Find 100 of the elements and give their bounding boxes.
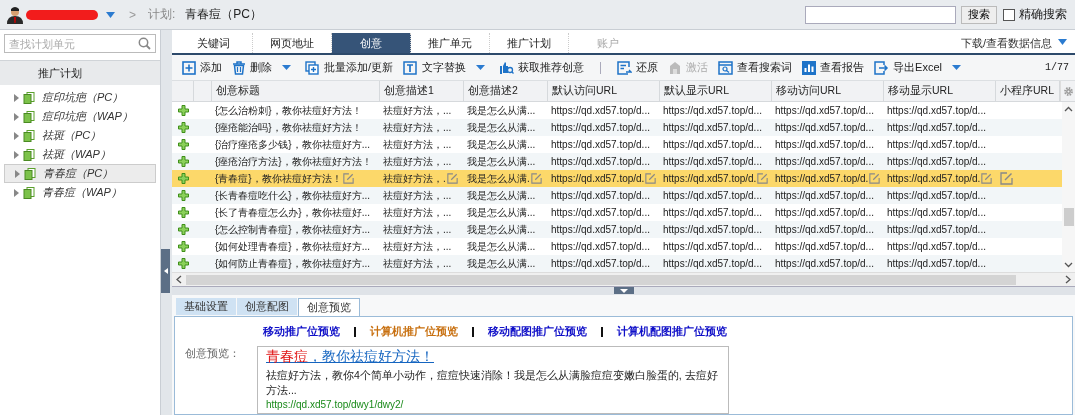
edit-icon[interactable] (645, 173, 657, 185)
column-header[interactable]: 移动访问URL (772, 81, 884, 102)
expand-arrow-icon[interactable] (14, 131, 19, 140)
edit-icon[interactable] (446, 173, 458, 185)
horizontal-scrollbar[interactable] (172, 272, 1075, 287)
expand-arrow-icon[interactable] (14, 112, 19, 121)
table-cell: https://qd.xd57.top/d... (887, 122, 986, 134)
toolbar-button[interactable]: 批量添加/更新 (301, 57, 398, 78)
toolbar-button[interactable]: 查看报告 (798, 57, 869, 78)
settings-icon[interactable] (1062, 85, 1074, 97)
plus-icon[interactable] (177, 258, 189, 270)
scrollbar-thumb[interactable] (186, 274, 1016, 285)
download-menu[interactable]: 下载/查看数据信息 (960, 33, 1052, 54)
toolbar-button[interactable]: 导出Excel (870, 57, 946, 78)
table-cell: https://qd.xd57.top/d... (775, 122, 874, 134)
plus-icon[interactable] (177, 241, 189, 253)
plan-tree-item[interactable]: 痘印坑疤（PC） (4, 88, 156, 107)
plus-icon[interactable] (177, 122, 189, 134)
plus-icon[interactable] (177, 207, 189, 219)
table-cell: https://qd.xd57.top/d... (775, 258, 874, 270)
search-icon[interactable] (138, 37, 151, 50)
edit-icon[interactable] (869, 173, 881, 185)
plus-icon[interactable] (177, 190, 189, 202)
table-cell: https://qd.xd57.top/d... (775, 139, 874, 151)
caret-icon[interactable] (476, 65, 486, 71)
table-cell: https://qd.xd57.top/d... (551, 105, 650, 117)
table-row[interactable]: {痤疮能治吗}，教你祛痘好方法！ 祛痘好方法，... 我是怎么从满... https://qd.xd57.top/d... https://qd.xd57.top/d... https://qd.xd57.top/d... https://qd.xd57.top/d... (172, 119, 1062, 137)
plan-folder-icon (23, 91, 35, 104)
text-replace-icon (403, 60, 419, 75)
toolbar-button[interactable]: 获取推荐创意 (495, 57, 589, 78)
preview-description: 祛痘好方法，教你4个简单小动作，痘痘快速消除！我是怎么从满脸痘痘变嫩白脸蛋的, 去痘好方法... (266, 368, 719, 398)
expand-arrow-icon[interactable] (14, 188, 19, 197)
detail-tab[interactable]: 基础设置 (176, 298, 236, 315)
column-header[interactable]: 创意描述2 (464, 81, 548, 102)
edit-icon[interactable] (1000, 172, 1013, 186)
plus-icon[interactable] (177, 105, 189, 117)
splitter-handle[interactable] (613, 287, 634, 295)
toolbar-button[interactable]: 文字替换 (399, 57, 471, 78)
caret-icon[interactable] (1058, 39, 1067, 46)
exact-search-checkbox[interactable] (1003, 8, 1015, 21)
preview-mode-link[interactable]: 移动配图推广位预览 (488, 324, 587, 339)
collapse-handle[interactable] (161, 249, 170, 293)
detail-tab[interactable]: 创意预览 (298, 298, 360, 316)
plan-folder-icon (23, 148, 35, 161)
plus-icon[interactable] (177, 224, 189, 236)
column-header[interactable]: 默认访问URL (548, 81, 660, 102)
plan-tree-item[interactable]: 青春痘（WAP） (4, 183, 156, 202)
tab[interactable]: 推广单元 (411, 33, 490, 54)
plan-tree-item[interactable]: 祛斑（PC） (4, 126, 156, 145)
caret-icon[interactable] (951, 65, 961, 71)
column-header[interactable]: 默认显示URL (660, 81, 772, 102)
toolbar-button[interactable]: 还原 (613, 57, 663, 78)
tab[interactable]: 推广计划 (490, 33, 569, 54)
table-cell: https://qd.xd57.top/d... (775, 156, 874, 168)
search-button[interactable]: 搜索 (961, 5, 997, 24)
toolbar-button[interactable]: 查看搜索词 (714, 57, 797, 78)
plan-folder-icon (23, 129, 35, 142)
preview-mode-link[interactable]: 移动推广位预览 (263, 324, 340, 339)
caret-icon[interactable] (106, 11, 115, 18)
preview-title-link[interactable]: 青春痘，教你祛痘好方法！ (266, 348, 434, 366)
detail-tab[interactable]: 创意配图 (237, 298, 297, 315)
table-row[interactable]: {青春痘}，教你祛痘好方法！ 祛痘好方法，. 我是怎么从满. https://qd.xd57.top/d. https://qd.xd57.top/d. https://qd.xd57.top/d. https://qd.xd57.top/d. (172, 170, 1062, 188)
edit-icon[interactable] (757, 173, 769, 185)
column-header[interactable]: 移动显示URL (884, 81, 996, 102)
vertical-scrollbar[interactable] (1062, 102, 1075, 273)
table-cell: 我是怎么从满... (467, 222, 536, 237)
plus-icon[interactable] (177, 156, 189, 168)
column-header[interactable]: 创意描述1 (380, 81, 464, 102)
table-cell: https://qd.xd57.top/d... (663, 156, 762, 168)
plan-search-field[interactable]: 查找计划单元 (4, 34, 156, 53)
search-field[interactable] (805, 5, 956, 24)
table-row[interactable]: {长青春痘吃什么}，教你祛痘好方... 祛痘好方法，... 我是怎么从满... https://qd.xd57.top/d... https://qd.xd57.top/d... https://qd.xd57.top/d... https://qd.xd57.top/d... (172, 187, 1062, 205)
table-row[interactable]: {如何防止青春痘}，教你祛痘好方... 祛痘好方法，... 我是怎么从满... https://qd.xd57.top/d... https://qd.xd57.top/d... https://qd.xd57.top/d... https://qd.xd57.top/d... (172, 255, 1062, 273)
toolbar-button[interactable]: 删除 (228, 57, 276, 78)
toolbar-button[interactable]: 添加 (178, 57, 226, 78)
plan-tree-item[interactable]: 痘印坑疤（WAP） (4, 107, 156, 126)
tab[interactable]: 关键词 (174, 33, 253, 54)
expand-arrow-icon[interactable] (14, 150, 19, 159)
expand-arrow-icon[interactable] (15, 169, 20, 178)
plus-icon[interactable] (177, 139, 189, 151)
plan-tree-item[interactable]: 祛斑（WAP） (4, 145, 156, 164)
expand-arrow-icon[interactable] (14, 93, 19, 102)
plus-icon[interactable] (177, 173, 189, 185)
preview-mode-link[interactable]: 计算机推广位预览 (370, 324, 458, 339)
edit-icon[interactable] (981, 173, 993, 185)
column-header[interactable]: 小程序URL (996, 81, 1060, 102)
table-cell: https://qd.xd57.top/d... (887, 139, 986, 151)
edit-icon[interactable] (530, 173, 542, 185)
table-cell: 我是怎么从满... (467, 239, 536, 254)
table-row[interactable]: {怎么控制青春痘}，教你祛痘好方... 祛痘好方法，... 我是怎么从满... https://qd.xd57.top/d... https://qd.xd57.top/d... https://qd.xd57.top/d... https://qd.xd57.top/d... (172, 221, 1062, 239)
column-header[interactable]: 创意标题 (212, 81, 380, 102)
table-cell: 祛痘好方法，... (383, 239, 452, 254)
scrollbar-thumb[interactable] (1063, 208, 1074, 227)
plan-tree-item[interactable]: 青春痘（PC） (4, 164, 156, 183)
table-row[interactable]: {痤疮治疗方法}，教你祛痘好方法！ 祛痘好方法，... 我是怎么从满... https://qd.xd57.top/d... https://qd.xd57.top/d... https://qd.xd57.top/d... https://qd.xd57.top/d... (172, 153, 1062, 171)
table-cell: https://qd.xd57.top/d... (551, 258, 650, 270)
tab[interactable]: 创意 (332, 33, 411, 54)
caret-icon[interactable] (282, 65, 291, 71)
preview-mode-link[interactable]: 计算机配图推广位预览 (617, 324, 727, 339)
edit-icon[interactable] (342, 173, 354, 185)
